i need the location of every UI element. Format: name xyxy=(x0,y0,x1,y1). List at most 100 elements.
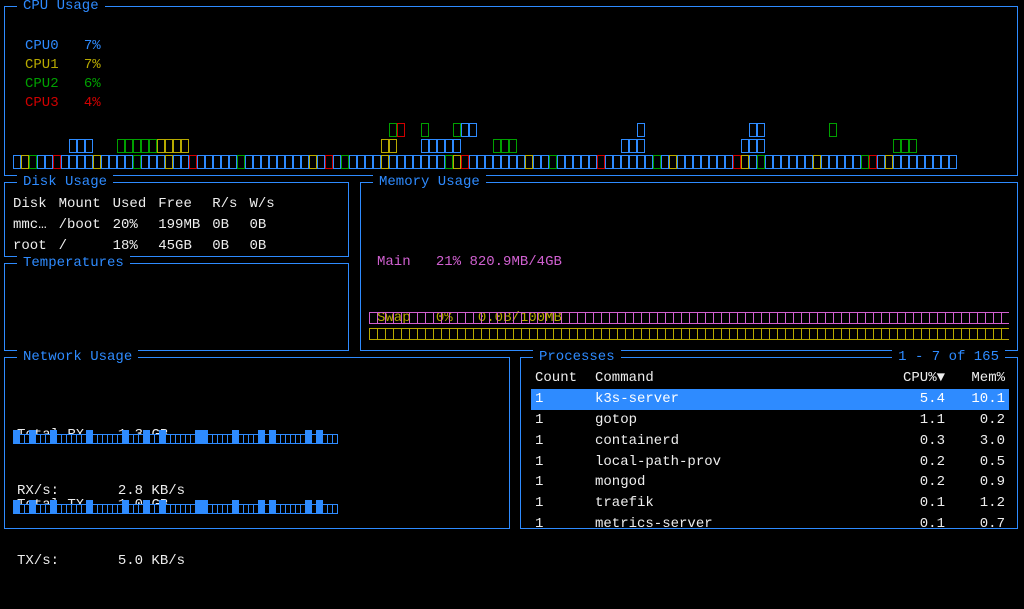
disk-header: R/s xyxy=(212,195,247,214)
disk-table: Disk Mount Used Free R/s W/s mmc… /boot … xyxy=(11,193,287,258)
process-cell-cmd: metrics-server xyxy=(591,514,879,535)
disk-cell: 0B xyxy=(212,237,247,256)
disk-cell: / xyxy=(59,237,111,256)
cpu-core-name: CPU0 xyxy=(25,38,59,54)
memory-main-label: Main xyxy=(377,254,411,270)
net-tx-rate-label: TX/s: xyxy=(17,553,59,569)
process-cell-mem: 0.5 xyxy=(949,452,1009,473)
proc-header-cmd[interactable]: Command xyxy=(591,368,879,389)
process-row[interactable]: 1k3s-server5.410.1 xyxy=(531,389,1009,410)
disk-cell: root xyxy=(13,237,57,256)
disk-header: Used xyxy=(113,195,157,214)
process-cell-cpu: 1.1 xyxy=(879,410,949,431)
process-cell-mem: 0.7 xyxy=(949,514,1009,535)
process-row[interactable]: 1containerd0.33.0 xyxy=(531,431,1009,452)
memory-usage-title: Memory Usage xyxy=(373,173,486,192)
disk-cell: 0B xyxy=(249,237,284,256)
cpu-core-row: CPU2 6% xyxy=(25,75,101,94)
network-usage-title: Network Usage xyxy=(17,348,138,367)
process-cell-count: 1 xyxy=(531,410,591,431)
cpu-core-name: CPU2 xyxy=(25,76,59,92)
temperatures-panel: Temperatures xyxy=(4,263,349,351)
process-row[interactable]: 1metrics-server0.10.7 xyxy=(531,514,1009,535)
processes-title: Processes xyxy=(533,348,621,367)
disk-header: W/s xyxy=(249,195,284,214)
processes-range: 1 - 7 of 165 xyxy=(892,348,1005,367)
temperatures-title: Temperatures xyxy=(17,254,130,273)
process-cell-count: 1 xyxy=(531,452,591,473)
process-cell-cmd: containerd xyxy=(591,431,879,452)
memory-main-detail: 820.9MB/4GB xyxy=(469,254,561,270)
disk-header: Free xyxy=(158,195,210,214)
process-cell-count: 1 xyxy=(531,389,591,410)
disk-header-row: Disk Mount Used Free R/s W/s xyxy=(13,195,285,214)
process-cell-mem: 1.2 xyxy=(949,493,1009,514)
process-cell-cmd: local-path-prov xyxy=(591,452,879,473)
process-cell-count: 1 xyxy=(531,431,591,452)
disk-cell: 45GB xyxy=(158,237,210,256)
disk-cell: 0B xyxy=(212,216,247,235)
cpu-core-row: CPU1 7% xyxy=(25,56,101,75)
cpu-core-row: CPU0 7% xyxy=(25,37,101,56)
process-row[interactable]: 1mongod0.20.9 xyxy=(531,472,1009,493)
process-cell-count: 1 xyxy=(531,472,591,493)
process-cell-cmd: traefik xyxy=(591,493,879,514)
disk-header: Mount xyxy=(59,195,111,214)
memory-bars xyxy=(369,312,1009,344)
process-cell-mem: 10.1 xyxy=(949,389,1009,410)
process-row[interactable]: 1gotop1.10.2 xyxy=(531,410,1009,431)
process-cell-cpu: 0.1 xyxy=(879,493,949,514)
cpu-usage-panel: CPU Usage CPU0 7% CPU1 7% CPU2 6% CPU3 4… xyxy=(4,6,1018,176)
memory-main-line: Main 21% 820.9MB/4GB xyxy=(377,253,562,272)
cpu-core-pct: 6% xyxy=(84,76,101,92)
disk-row: mmc… /boot 20% 199MB 0B 0B xyxy=(13,216,285,235)
network-tx-rate-line: TX/s: 5.0 KB/s xyxy=(17,552,185,571)
cpu-core-row: CPU3 4% xyxy=(25,94,101,113)
network-usage-panel: Network Usage Total RX: 1.3 GB RX/s: 2.8… xyxy=(4,357,510,529)
processes-header-row: Count Command CPU%▼ Mem% xyxy=(531,368,1009,389)
cpu-sparkline xyxy=(13,121,1009,171)
disk-cell: 20% xyxy=(113,216,157,235)
process-cell-cpu: 0.1 xyxy=(879,514,949,535)
cpu-core-name: CPU3 xyxy=(25,95,59,111)
disk-cell: mmc… xyxy=(13,216,57,235)
process-cell-cmd: mongod xyxy=(591,472,879,493)
process-cell-cpu: 5.4 xyxy=(879,389,949,410)
process-cell-cpu: 0.3 xyxy=(879,431,949,452)
proc-header-count[interactable]: Count xyxy=(531,368,591,389)
processes-table[interactable]: Count Command CPU%▼ Mem% 1k3s-server5.41… xyxy=(531,368,1009,535)
disk-cell: 18% xyxy=(113,237,157,256)
disk-cell: 0B xyxy=(249,216,284,235)
process-cell-count: 1 xyxy=(531,514,591,535)
cpu-usage-title: CPU Usage xyxy=(17,0,105,16)
cpu-core-pct: 7% xyxy=(84,57,101,73)
disk-row: root / 18% 45GB 0B 0B xyxy=(13,237,285,256)
memory-usage-panel: Memory Usage Main 21% 820.9MB/4GB Swap 0… xyxy=(360,182,1018,351)
processes-panel[interactable]: Processes 1 - 7 of 165 Count Command CPU… xyxy=(520,357,1018,529)
process-cell-mem: 3.0 xyxy=(949,431,1009,452)
network-tx-sparkline xyxy=(13,500,501,516)
disk-header: Disk xyxy=(13,195,57,214)
net-tx-rate: 5.0 KB/s xyxy=(118,553,185,569)
proc-header-mem[interactable]: Mem% xyxy=(949,368,1009,389)
process-cell-mem: 0.2 xyxy=(949,410,1009,431)
memory-main-pct: 21% xyxy=(436,254,461,270)
process-cell-cpu: 0.2 xyxy=(879,452,949,473)
cpu-core-pct: 4% xyxy=(84,95,101,111)
disk-cell: /boot xyxy=(59,216,111,235)
process-row[interactable]: 1local-path-prov0.20.5 xyxy=(531,452,1009,473)
process-cell-count: 1 xyxy=(531,493,591,514)
network-rx-sparkline xyxy=(13,430,501,446)
process-row[interactable]: 1traefik0.11.2 xyxy=(531,493,1009,514)
process-cell-cpu: 0.2 xyxy=(879,472,949,493)
disk-usage-panel: Disk Usage Disk Mount Used Free R/s W/s … xyxy=(4,182,349,257)
proc-header-cpu[interactable]: CPU%▼ xyxy=(879,368,949,389)
cpu-core-pct: 7% xyxy=(84,38,101,54)
network-tx-block: Total TX: 1.0 GB TX/s: 5.0 KB/s xyxy=(17,458,185,609)
process-cell-cmd: gotop xyxy=(591,410,879,431)
process-cell-mem: 0.9 xyxy=(949,472,1009,493)
disk-usage-title: Disk Usage xyxy=(17,173,113,192)
cpu-core-name: CPU1 xyxy=(25,57,59,73)
disk-cell: 199MB xyxy=(158,216,210,235)
cpu-core-list: CPU0 7% CPU1 7% CPU2 6% CPU3 4% xyxy=(25,37,101,113)
